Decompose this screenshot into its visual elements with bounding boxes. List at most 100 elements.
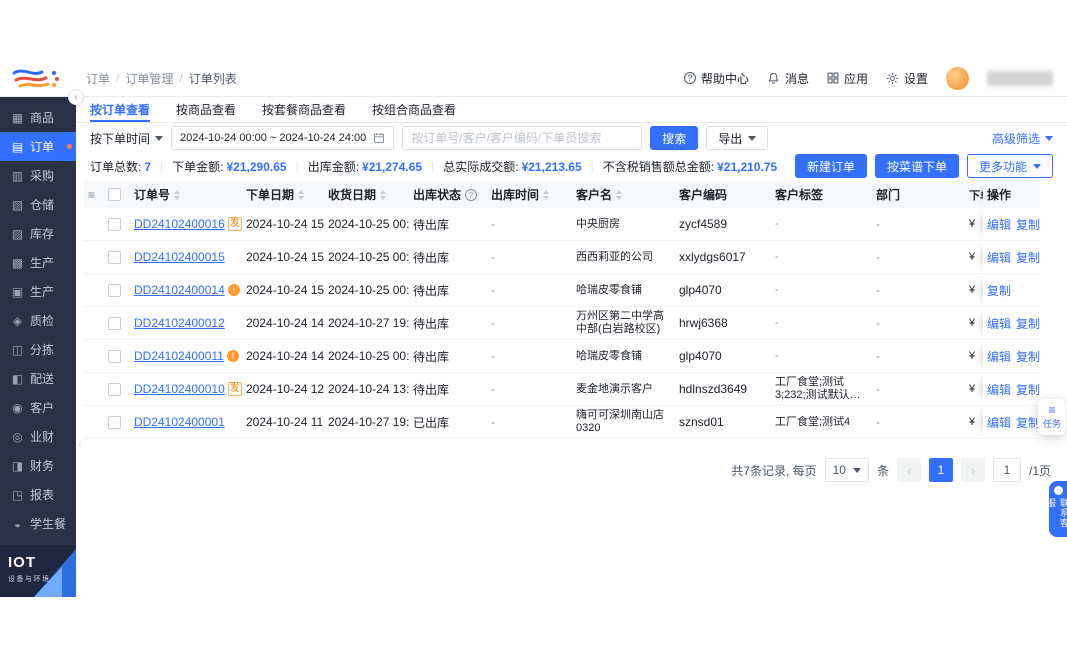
row-checkbox[interactable] <box>104 274 130 306</box>
customer-name-cell: 中央厨房 <box>576 217 620 230</box>
col-customer_name[interactable]: 客户名 <box>572 181 675 208</box>
col-delivery_date[interactable]: 收货日期 <box>324 181 409 208</box>
sidebar-collapse-button[interactable]: ‹ <box>68 89 84 105</box>
action-link[interactable]: 复制 <box>1016 414 1040 431</box>
hscroll-left-arrow[interactable]: ‹ <box>78 439 81 450</box>
action-link[interactable]: 复制 <box>1016 348 1040 365</box>
col-outbound_time[interactable]: 出库时间 <box>487 181 572 208</box>
action-link[interactable]: 编辑 <box>987 249 1011 266</box>
tab-2[interactable]: 按套餐商品查看 <box>262 97 346 122</box>
date-range-picker[interactable]: 2024-10-24 00:00 ~ 2024-10-24 24:00 <box>171 126 395 150</box>
prev-page-button[interactable]: ‹ <box>896 458 921 482</box>
customer-code-cell: zycf4589 <box>679 217 728 231</box>
sort-icon[interactable] <box>380 189 387 200</box>
action-link[interactable]: 编辑 <box>987 381 1011 398</box>
create-order-button[interactable]: 新建订单 <box>794 154 867 178</box>
tab-3[interactable]: 按组合商品查看 <box>372 97 456 122</box>
gear-action[interactable]: 设置 <box>886 70 928 87</box>
tab-1[interactable]: 按商品查看 <box>176 97 236 122</box>
column-config-icon[interactable]: ≡ <box>84 181 104 208</box>
task-list-icon: ≡ <box>1048 403 1056 417</box>
topbar: 订单 / 订单管理 / 订单列表 ? 帮助中心 消息 应用 设置 <box>0 60 1067 97</box>
iot-title: IOT <box>8 554 36 571</box>
delivery-date-cell: 2024-10-27 19:00 <box>328 415 409 429</box>
tab-0[interactable]: 按订单查看 <box>90 97 151 122</box>
action-link[interactable]: 编辑 <box>987 315 1011 332</box>
breadcrumb-item[interactable]: 订单 <box>86 70 110 87</box>
task-float-widget[interactable]: ≡ 任务 <box>1038 399 1066 435</box>
action-link[interactable]: 复制 <box>1016 315 1040 332</box>
row-checkbox[interactable] <box>104 307 130 339</box>
apps-action[interactable]: 应用 <box>827 70 868 87</box>
search-input[interactable] <box>402 126 643 150</box>
bell-action[interactable]: 消息 <box>767 70 809 87</box>
sidebar-item-warehouse[interactable]: ▧ 仓储 <box>0 190 76 219</box>
row-checkbox[interactable] <box>104 241 130 273</box>
sidebar-item-finance[interactable]: ◨ 财务 <box>0 451 76 480</box>
sidebar-item-inventory[interactable]: ▨ 库存 <box>0 219 76 248</box>
row-checkbox[interactable] <box>104 373 130 405</box>
sidebar-item-purchase[interactable]: ▥ 采购 <box>0 161 76 190</box>
order-number-link[interactable]: DD24102400012 <box>134 316 225 330</box>
customer-tag-cell: - <box>775 217 779 230</box>
search-button[interactable]: 搜索 <box>650 126 699 150</box>
order-by-recipe-button[interactable]: 按菜谱下单 <box>874 154 959 178</box>
action-link[interactable]: 复制 <box>1016 381 1040 398</box>
sidebar-item-delivery[interactable]: ◧ 配送 <box>0 364 76 393</box>
col-order_no[interactable]: 订单号 <box>130 181 242 208</box>
sort-icon[interactable] <box>174 189 181 200</box>
row-actions: 复制 <box>983 274 1040 306</box>
order-number-link[interactable]: DD24102400001 <box>134 415 225 429</box>
row-actions: 编辑复制删除 <box>983 373 1040 405</box>
order-number-link[interactable]: DD24102400010 <box>134 382 225 396</box>
action-link[interactable]: 复制 <box>1016 249 1040 266</box>
sidebar-item-customer[interactable]: ◉ 客户 <box>0 393 76 422</box>
help-action[interactable]: ? 帮助中心 <box>683 70 749 87</box>
sidebar-item-sorting[interactable]: ◫ 分拣 <box>0 335 76 364</box>
page-jump-input[interactable]: 1 <box>992 458 1021 482</box>
action-link[interactable]: 编辑 <box>987 348 1011 365</box>
order-number-link[interactable]: DD24102400016 <box>134 217 225 231</box>
sort-icon[interactable] <box>298 189 305 200</box>
sidebar-item-production2[interactable]: ▣ 生产 <box>0 277 76 306</box>
sort-icon[interactable] <box>543 189 550 200</box>
action-link[interactable]: 编辑 <box>987 216 1011 233</box>
sort-icon[interactable] <box>616 189 623 200</box>
col-order_date[interactable]: 下单日期 <box>242 181 324 208</box>
sidebar-item-production[interactable]: ▩ 生产 <box>0 248 76 277</box>
order-number-link[interactable]: DD24102400015 <box>134 250 225 264</box>
sidebar-item-bizfin[interactable]: ◎ 业财 <box>0 422 76 451</box>
sidebar-item-qc[interactable]: ◈ 质检 <box>0 306 76 335</box>
advanced-filter-link[interactable]: 高级筛选 <box>992 130 1053 147</box>
row-checkbox[interactable] <box>104 406 130 438</box>
action-link[interactable]: 编辑 <box>987 414 1011 431</box>
breadcrumb-item[interactable]: 订单列表 <box>189 70 237 87</box>
sidebar-item-goods[interactable]: ▦ 商品 <box>0 103 76 132</box>
sidebar-item-meal[interactable]: ◒ 学生餐 <box>0 509 76 538</box>
current-page-button[interactable]: 1 <box>928 458 953 482</box>
more-functions-button[interactable]: 更多功能 <box>966 154 1053 178</box>
page-size-select[interactable]: 10 <box>824 458 869 482</box>
summary-segments: 订单总数: 7 | 下单金额: ¥21,290.65 | 出库金额: ¥21,274.65 | 总… <box>90 159 778 174</box>
sidebar-item-order[interactable]: ▤ 订单 <box>0 132 76 161</box>
department-cell: - <box>876 415 880 429</box>
avatar[interactable] <box>946 66 969 90</box>
time-field-select[interactable]: 按下单时间 <box>90 130 164 147</box>
outbound-status-cell: 待出库 <box>413 217 450 232</box>
help-circle-icon[interactable]: ? <box>465 188 478 201</box>
contact-service-widget[interactable]: 联系客服 <box>1046 481 1067 537</box>
export-button[interactable]: 导出 <box>706 126 769 150</box>
summary-segment: 订单总数: 7 <box>90 159 152 174</box>
select-all-checkbox[interactable] <box>104 181 130 208</box>
outbound-time-cell: - <box>491 283 495 297</box>
breadcrumb-item[interactable]: 订单管理 <box>125 70 173 87</box>
row-checkbox[interactable] <box>104 340 130 372</box>
order-number-link[interactable]: DD24102400011 <box>134 349 224 363</box>
row-checkbox[interactable] <box>104 208 130 240</box>
next-page-button[interactable]: › <box>960 458 985 482</box>
inventory-icon: ▨ <box>11 226 24 241</box>
action-link[interactable]: 复制 <box>1016 216 1040 233</box>
order-number-link[interactable]: DD24102400014 <box>134 283 225 297</box>
action-link[interactable]: 复制 <box>987 282 1011 299</box>
sidebar-item-report[interactable]: ◳ 报表 <box>0 480 76 509</box>
